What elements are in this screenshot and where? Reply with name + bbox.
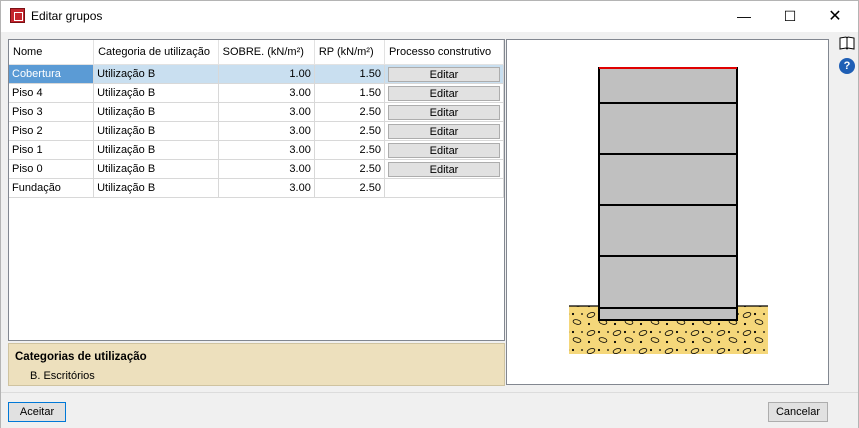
table-row[interactable]: Piso 1 Utilização B 3.00 2.50 Editar [9,140,504,160]
edit-button[interactable]: Editar [387,142,500,158]
column-header-categoria[interactable]: Categoria de utilização [93,40,219,65]
dialog-window: Editar grupos — ☐ ✕ ? Nome Categoria de … [0,0,859,428]
cell-process: Editar [384,64,504,84]
cell-sobre[interactable]: 1.00 [218,64,315,84]
cell-rp[interactable]: 2.50 [314,102,385,122]
cell-name[interactable]: Piso 1 [9,140,95,160]
cell-category[interactable]: Utilização B [93,140,219,160]
cell-process: Editar [384,102,504,122]
cell-category[interactable]: Utilização B [93,83,219,103]
info-title: Categorias de utilização [15,351,147,363]
column-header-processo[interactable]: Processo construtivo [384,40,504,65]
window-title: Editar grupos [31,9,103,23]
accept-button[interactable]: Aceitar [8,402,66,422]
cell-sobre[interactable]: 3.00 [218,140,315,160]
cell-sobre[interactable]: 3.00 [218,178,315,198]
cell-rp[interactable]: 2.50 [314,121,385,141]
maximize-icon[interactable]: ☐ [767,1,813,32]
cell-name[interactable]: Fundação [9,178,95,198]
manual-book-icon[interactable] [839,35,855,51]
cell-name[interactable]: Piso 4 [9,83,95,103]
cell-category[interactable]: Utilização B [93,121,219,141]
cell-sobre[interactable]: 3.00 [218,121,315,141]
edit-button[interactable]: Editar [387,66,500,82]
building-preview-panel [506,39,829,385]
cell-sobre[interactable]: 3.00 [218,159,315,179]
table-row[interactable]: Piso 4 Utilização B 3.00 1.50 Editar [9,83,504,103]
foundation-block [598,307,738,321]
title-bar: Editar grupos — ☐ ✕ [1,1,858,32]
groups-table-panel: Nome Categoria de utilização SOBRE. (kN/… [8,39,505,341]
cell-category[interactable]: Utilização B [93,64,219,84]
app-icon [10,8,25,23]
cell-process: Editar [384,140,504,160]
table-row[interactable]: Fundação Utilização B 3.00 2.50 [9,178,504,198]
table-header-row: Nome Categoria de utilização SOBRE. (kN/… [9,40,504,65]
cell-sobre[interactable]: 3.00 [218,102,315,122]
cell-category[interactable]: Utilização B [93,102,219,122]
cell-name[interactable]: Piso 0 [9,159,95,179]
close-icon[interactable]: ✕ [812,1,858,32]
column-header-nome[interactable]: Nome [9,40,95,65]
table-row[interactable]: Piso 3 Utilização B 3.00 2.50 Editar [9,102,504,122]
table-row[interactable]: Piso 0 Utilização B 3.00 2.50 Editar [9,159,504,179]
cell-name[interactable]: Piso 2 [9,121,95,141]
table-row[interactable]: Cobertura Utilização B 1.00 1.50 Editar [9,64,504,84]
cell-category[interactable]: Utilização B [93,159,219,179]
cell-rp[interactable]: 2.50 [314,178,385,198]
cell-category[interactable]: Utilização B [93,178,219,198]
cell-rp[interactable]: 1.50 [314,83,385,103]
cell-sobre[interactable]: 3.00 [218,83,315,103]
table-row[interactable]: Piso 2 Utilização B 3.00 2.50 Editar [9,121,504,141]
cell-name[interactable]: Piso 3 [9,102,95,122]
category-info-panel: Categorias de utilização B. Escritórios [8,343,505,386]
cell-rp[interactable]: 1.50 [314,64,385,84]
column-header-sobre[interactable]: SOBRE. (kN/m²) [218,40,315,65]
cancel-button[interactable]: Cancelar [768,402,828,422]
cell-process[interactable] [384,178,504,198]
building-section-drawing [569,67,768,354]
cell-name[interactable]: Cobertura [9,64,95,84]
column-header-rp[interactable]: RP (kN/m²) [314,40,385,65]
edit-button[interactable]: Editar [387,161,500,177]
minimize-icon[interactable]: — [721,1,767,32]
cell-rp[interactable]: 2.50 [314,159,385,179]
dialog-button-bar: Aceitar Cancelar [1,392,858,428]
groups-table: Nome Categoria de utilização SOBRE. (kN/… [9,40,504,198]
cell-process: Editar [384,159,504,179]
help-icon[interactable]: ? [839,58,855,74]
info-item: B. Escritórios [30,370,95,382]
edit-button[interactable]: Editar [387,123,500,139]
cell-process: Editar [384,121,504,141]
cell-rp[interactable]: 2.50 [314,140,385,160]
edit-button[interactable]: Editar [387,85,500,101]
cell-process: Editar [384,83,504,103]
edit-button[interactable]: Editar [387,104,500,120]
